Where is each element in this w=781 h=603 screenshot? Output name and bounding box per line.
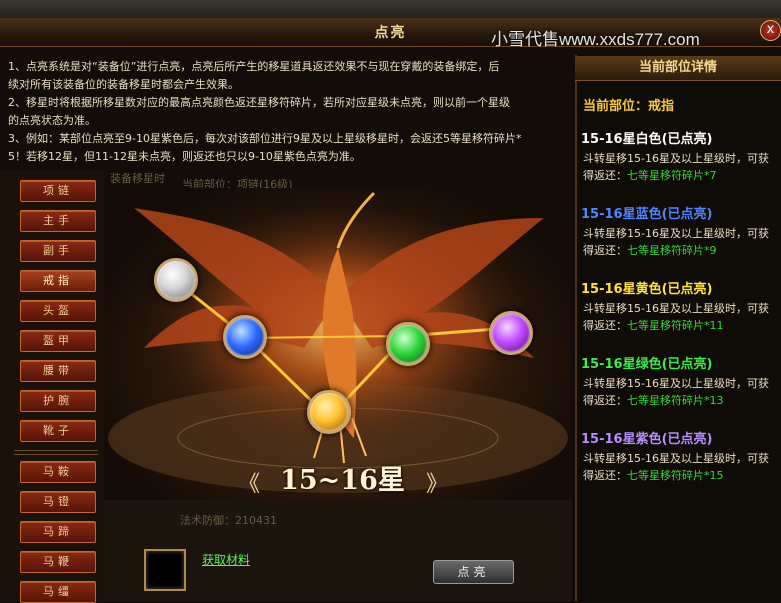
tier-reward-prefix: 得返还： <box>583 244 627 257</box>
description-panel: 1、点亮系统是对“装备位”进行点亮，点亮后所产生的移星道具返还效果不与现在穿戴的… <box>8 58 573 166</box>
tier-reward-line: 得返还：七等星移符碎片*15 <box>583 467 724 483</box>
category-helmet[interactable]: 头盔 <box>20 300 96 322</box>
current-part-label: 当前部位：戒指 <box>583 99 675 114</box>
category-main-hand[interactable]: 主手 <box>20 210 96 232</box>
tier-desc: 斗转星移15-16星及以上星级时，可获 <box>583 452 769 465</box>
white-orb[interactable] <box>154 258 198 302</box>
tier-reward: 七等星移符碎片*9 <box>627 244 717 257</box>
description-line: 1、点亮系统是对“装备位”进行点亮，点亮后所产生的移星道具返还效果不与现在穿戴的… <box>8 60 500 73</box>
light-up-button[interactable]: 点亮 <box>433 560 514 584</box>
category-off-hand[interactable]: 副手 <box>20 240 96 262</box>
purple-orb[interactable] <box>489 311 533 355</box>
description-line: 2、移星时将根据所移星数对应的最高点亮颜色返还星移符碎片，若所对应星级未点亮，则… <box>8 96 510 109</box>
tier-reward-prefix: 得返还： <box>583 319 627 332</box>
tier-title: 15-16星黄色(已点亮) <box>581 282 713 297</box>
ghost-subtitle: 装备移星时 <box>110 172 165 185</box>
material-slot[interactable] <box>144 549 186 591</box>
blue-orb[interactable] <box>223 315 267 359</box>
close-button[interactable]: x <box>760 20 781 41</box>
description-line: 续对所有该装备位的装备移星时都会产生效果。 <box>8 78 239 91</box>
category-stirrup[interactable]: 马镫 <box>20 491 96 513</box>
category-saddle[interactable]: 马鞍 <box>20 461 96 483</box>
tier-reward: 七等星移符碎片*13 <box>627 394 724 407</box>
tier-desc: 斗转星移15-16星及以上星级时，可获 <box>583 152 769 165</box>
tier-desc: 斗转星移15-16星及以上星级时，可获 <box>583 377 769 390</box>
tier-reward-line: 得返还：七等星移符碎片*11 <box>583 317 724 333</box>
watermark-text: 小雪代售www.xxds777.com <box>491 30 700 49</box>
tier-reward: 七等星移符碎片*7 <box>627 169 717 182</box>
tier-reward-line: 得返还：七等星移符碎片*13 <box>583 392 724 408</box>
category-ring[interactable]: 戒指 <box>20 270 96 292</box>
tier-reward: 七等星移符碎片*15 <box>627 469 724 482</box>
tier-reward-line: 得返还：七等星移符碎片*9 <box>583 242 717 258</box>
tier-reward-prefix: 得返还： <box>583 394 627 407</box>
detail-header: 当前部位详情 <box>575 56 781 81</box>
tier-title: 15-16星蓝色(已点亮) <box>581 207 713 222</box>
category-rein[interactable]: 马缰 <box>20 581 96 603</box>
category-whip[interactable]: 马鞭 <box>20 551 96 573</box>
description-line: 的点亮状态为准。 <box>8 114 96 127</box>
description-line: 3、例如：某部位点亮至9-10星紫色后，每次对该部位进行9星及以上星级移星时，会… <box>8 132 522 145</box>
category-armor[interactable]: 盔甲 <box>20 330 96 352</box>
tier-title: 15-16星绿色(已点亮) <box>581 357 713 372</box>
category-belt[interactable]: 腰带 <box>20 360 96 382</box>
yellow-orb[interactable] <box>307 390 351 434</box>
tier-title: 15-16星紫色(已点亮) <box>581 432 713 447</box>
category-necklace[interactable]: 项链 <box>20 180 96 202</box>
category-boots[interactable]: 靴子 <box>20 420 96 442</box>
star-range-label: 15~16星 <box>280 465 405 496</box>
tier-reward: 七等星移符碎片*11 <box>627 319 724 332</box>
tier-desc: 斗转星移15-16星及以上星级时，可获 <box>583 227 769 240</box>
category-hoof[interactable]: 马蹄 <box>20 521 96 543</box>
get-material-link[interactable]: 获取材料 <box>202 551 250 568</box>
description-line: 5！若移12星，但11-12星未点亮，则返还也只以9-10星紫色点亮为准。 <box>8 150 361 163</box>
category-bracer[interactable]: 护腕 <box>20 390 96 412</box>
category-divider <box>14 450 98 455</box>
ghost-magic-defense: 法术防御：210431 <box>180 514 277 527</box>
tier-title: 15-16星白色(已点亮) <box>581 132 713 147</box>
tier-reward-prefix: 得返还： <box>583 169 627 182</box>
tier-reward-prefix: 得返还： <box>583 469 627 482</box>
tier-desc: 斗转星移15-16星及以上星级时，可获 <box>583 302 769 315</box>
right-arrow-icon[interactable]: 》 <box>426 466 448 498</box>
tier-reward-line: 得返还：七等星移符碎片*7 <box>583 167 717 183</box>
green-orb[interactable] <box>386 322 430 366</box>
